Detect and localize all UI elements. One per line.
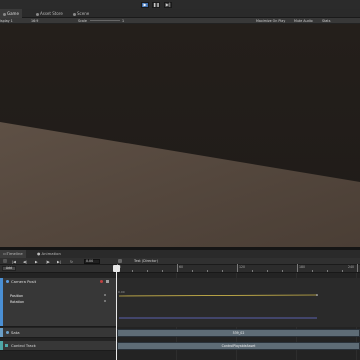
- ruler-tick: [132, 270, 133, 272]
- audio-track-icon: [6, 331, 9, 334]
- ruler-tick: [207, 270, 208, 272]
- track-header-control[interactable]: Control Track: [0, 341, 116, 351]
- ruler-tick: [357, 264, 358, 272]
- property-rotation[interactable]: Rotation: [10, 300, 24, 304]
- sequence-name: Test (Director): [134, 259, 159, 263]
- first-frame-icon[interactable]: |◀: [12, 259, 16, 264]
- track-color-bar: [0, 341, 3, 350]
- ruler-label: 60: [179, 265, 184, 269]
- animation-icon: ●: [37, 251, 41, 256]
- pause-icon: ❚❚: [153, 2, 160, 7]
- position-curve: [118, 294, 318, 297]
- timeline-tabs: ▭Timeline ● Animation: [0, 250, 360, 258]
- track-color-bar: [0, 328, 3, 337]
- preview-icon[interactable]: [3, 259, 7, 263]
- keyframe-icon[interactable]: [104, 294, 106, 296]
- game-render: [0, 24, 360, 247]
- track-name: Camera Posit: [11, 279, 37, 284]
- track-header-camera[interactable]: Camera Posit Position Rotation: [0, 278, 116, 327]
- time-ruler[interactable]: 0 60 120 180 240: [116, 264, 360, 273]
- step-button[interactable]: ▶|: [164, 2, 172, 8]
- curve-graph: [118, 294, 318, 319]
- curves-icon[interactable]: [106, 280, 109, 283]
- timeline-toolbar: |◀ ◀| ▶ |▶ ▶| ↻ 0.00 Test (Director): [0, 258, 360, 265]
- add-track-button[interactable]: Add: [2, 266, 16, 271]
- track-header-toolbar: Add: [0, 265, 116, 273]
- ruler-tick: [192, 270, 193, 272]
- keyframe-icon[interactable]: [104, 300, 106, 302]
- curve-editor[interactable]: 0.00: [117, 278, 360, 327]
- tab-timeline[interactable]: ▭Timeline: [0, 250, 26, 258]
- track-name: Sata: [11, 330, 20, 335]
- prev-frame-icon[interactable]: ◀|: [23, 259, 27, 264]
- last-frame-icon[interactable]: ▶|: [57, 259, 61, 264]
- step-icon: ▶|: [165, 2, 171, 7]
- game-controller-icon: [3, 12, 6, 16]
- lock-icon[interactable]: [118, 259, 122, 263]
- ruler-tick: [282, 270, 283, 272]
- control-track-icon: [5, 344, 8, 347]
- pause-button[interactable]: ❚❚: [152, 2, 160, 8]
- scale-slider[interactable]: [90, 20, 120, 21]
- frame-field[interactable]: 0.00: [84, 259, 100, 264]
- property-position[interactable]: Position: [10, 294, 23, 298]
- play-button[interactable]: ▶: [141, 2, 149, 8]
- play-timeline-icon[interactable]: ▶: [35, 259, 39, 264]
- track-area: Camera Posit Position Rotation 0.00 Sata…: [0, 273, 360, 360]
- next-frame-icon[interactable]: |▶: [46, 259, 50, 264]
- ruler-tick: [162, 270, 163, 272]
- play-icon: ▶: [143, 2, 147, 7]
- ruler-tick: [252, 270, 253, 272]
- playhead-handle[interactable]: [113, 265, 120, 272]
- ruler-tick: [342, 270, 343, 272]
- ruler-tick: [177, 264, 178, 272]
- ruler-tick: [147, 270, 148, 272]
- store-icon: [36, 12, 39, 16]
- track-name: Control Track: [11, 343, 36, 348]
- ruler-label: 120: [239, 265, 246, 269]
- tab-game[interactable]: Game: [0, 9, 22, 18]
- tab-animation[interactable]: ● Animation: [34, 250, 64, 258]
- track-color-bar: [0, 278, 3, 326]
- editor-tabs: Game Asset Store Scene: [0, 9, 360, 18]
- ruler-tick: [297, 264, 298, 272]
- game-view[interactable]: [0, 24, 360, 247]
- animation-track-icon: [6, 280, 9, 283]
- loop-icon[interactable]: ↻: [70, 259, 74, 264]
- audio-clip[interactable]: 539_02: [117, 329, 360, 337]
- tab-asset-store[interactable]: Asset Store: [33, 9, 66, 18]
- main-toolbar: ▶ ❚❚ ▶|: [0, 0, 360, 9]
- ruler-tick: [237, 264, 238, 272]
- track-header-audio[interactable]: Sata: [0, 328, 116, 338]
- ruler-tick: [267, 270, 268, 272]
- tab-scene[interactable]: Scene: [70, 9, 92, 18]
- ruler-tick: [312, 270, 313, 272]
- playhead-line[interactable]: [116, 265, 117, 360]
- ruler-tick: [222, 270, 223, 272]
- scene-icon: [73, 12, 76, 16]
- control-clip[interactable]: ControlPlayableAsset: [117, 342, 360, 350]
- keyframe-point: [316, 294, 318, 296]
- ruler-label: 240: [348, 265, 355, 269]
- record-icon[interactable]: [100, 280, 103, 283]
- ruler-label: 180: [299, 265, 306, 269]
- ruler-tick: [327, 270, 328, 272]
